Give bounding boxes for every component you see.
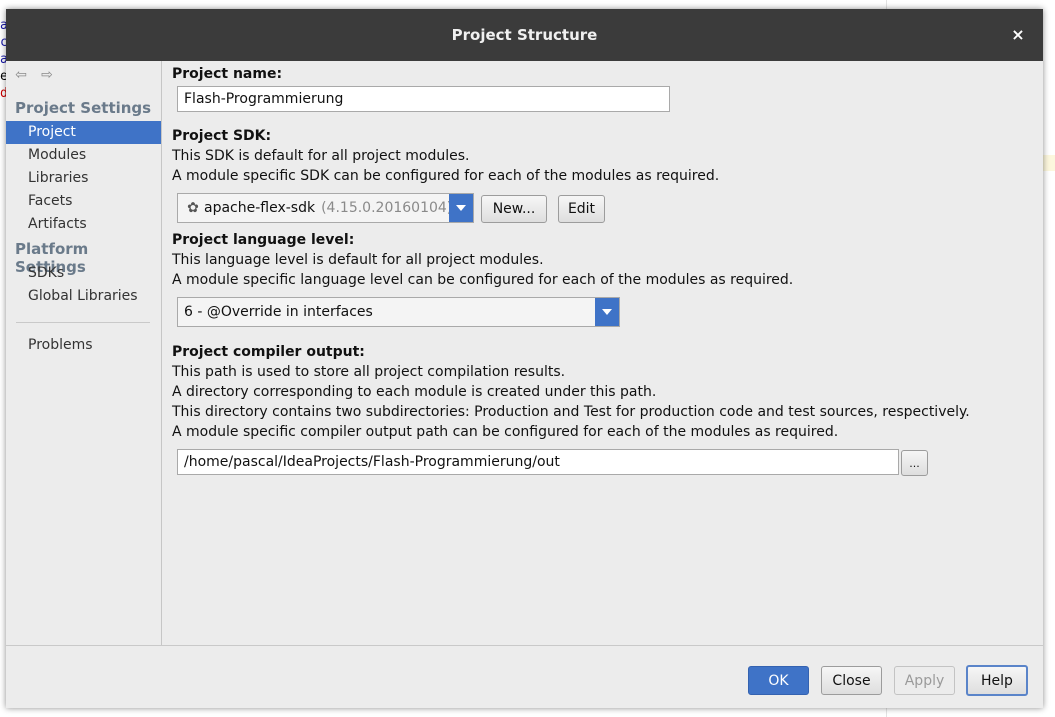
project-sdk-label: Project SDK: <box>172 128 272 144</box>
sidebar-item-global-libraries[interactable]: Global Libraries <box>6 285 161 308</box>
language-level-description-2: A module specific language level can be … <box>172 272 794 288</box>
dialog-title: Project Structure <box>451 26 598 44</box>
sidebar-item-libraries[interactable]: Libraries <box>6 167 161 190</box>
sidebar-item-modules[interactable]: Modules <box>6 144 161 167</box>
sdk-description-1: This SDK is default for all project modu… <box>172 148 470 164</box>
project-settings-panel: Project name: Flash-Programmierung Proje… <box>163 61 1043 645</box>
compiler-output-path-input[interactable]: /home/pascal/IdeaProjects/Flash-Programm… <box>177 449 899 475</box>
language-level-label: Project language level: <box>172 232 355 248</box>
compiler-output-description-4: A module specific compiler output path c… <box>172 424 839 440</box>
footer-divider <box>6 645 1043 646</box>
compiler-output-description-3: This directory contains two subdirectori… <box>172 404 970 420</box>
browse-button[interactable]: ... <box>901 450 928 476</box>
apply-button[interactable]: Apply <box>894 666 955 695</box>
language-level-value: 6 - @Override in interfaces <box>184 304 373 320</box>
editor-line-highlight <box>1043 155 1055 171</box>
chevron-down-icon[interactable] <box>449 194 473 222</box>
sdk-name: apache-flex-sdk <box>204 200 316 216</box>
compiler-output-label: Project compiler output: <box>172 344 365 360</box>
language-level-description-1: This language level is default for all p… <box>172 252 544 268</box>
sdk-edit-button[interactable]: Edit <box>558 195 605 223</box>
sidebar-item-project[interactable]: Project <box>6 121 161 144</box>
dialog-titlebar: Project Structure × <box>6 9 1043 61</box>
sidebar: ⇦ ⇨ Project Settings Project Modules Lib… <box>6 61 162 645</box>
sidebar-item-problems[interactable]: Problems <box>6 334 161 357</box>
ok-button[interactable]: OK <box>748 666 809 695</box>
sidebar-item-facets[interactable]: Facets <box>6 190 161 213</box>
compiler-output-description-1: This path is used to store all project c… <box>172 364 566 380</box>
sdk-version: (4.15.0.20160104) <box>321 200 453 216</box>
sdk-dropdown[interactable]: ✿ apache-flex-sdk (4.15.0.20160104) <box>177 193 474 223</box>
sidebar-item-sdks[interactable]: SDKs <box>6 262 161 285</box>
sdk-new-button[interactable]: New... <box>481 195 547 223</box>
close-icon[interactable]: × <box>1007 23 1029 45</box>
sidebar-item-artifacts[interactable]: Artifacts <box>6 213 161 236</box>
project-structure-dialog: Project Structure × ⇦ ⇨ Project Settings… <box>6 9 1043 708</box>
project-name-label: Project name: <box>172 66 283 82</box>
back-arrow-icon[interactable]: ⇦ <box>12 67 30 83</box>
language-level-dropdown[interactable]: 6 - @Override in interfaces <box>177 297 620 327</box>
chevron-down-icon[interactable] <box>595 298 619 326</box>
close-button[interactable]: Close <box>821 666 882 695</box>
flex-sdk-icon: ✿ <box>187 200 199 216</box>
compiler-output-description-2: A directory corresponding to each module… <box>172 384 657 400</box>
sidebar-divider <box>16 322 150 323</box>
forward-arrow-icon[interactable]: ⇨ <box>38 67 56 83</box>
history-nav: ⇦ ⇨ <box>12 67 56 83</box>
help-button[interactable]: Help <box>966 665 1028 696</box>
sdk-description-2: A module specific SDK can be configured … <box>172 168 720 184</box>
project-settings-heading: Project Settings <box>15 99 152 117</box>
project-name-input[interactable]: Flash-Programmierung <box>177 86 670 112</box>
